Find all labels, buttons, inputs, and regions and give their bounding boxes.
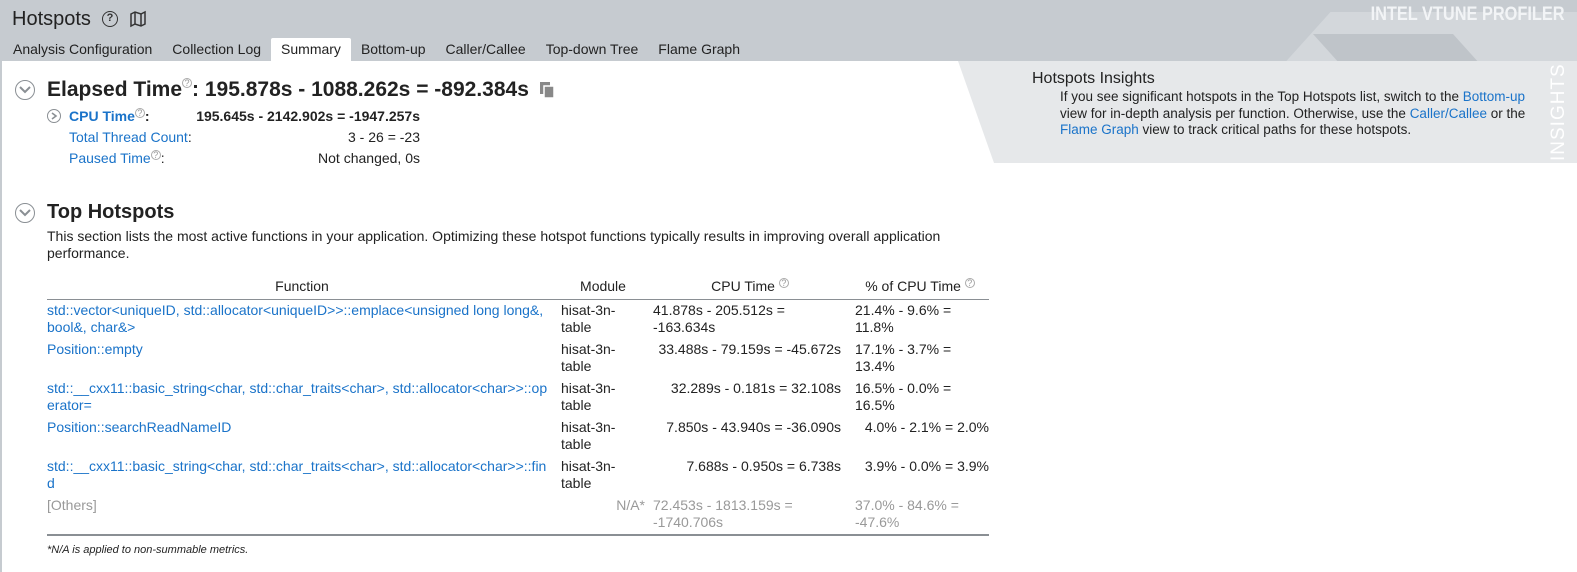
insights-text-part: If you see significant hotspots in the T…: [1060, 89, 1463, 104]
table-row: std::__cxx11::basic_string<char, std::ch…: [47, 456, 989, 495]
total-thread-count-value: 3 - 26 = -23: [348, 129, 420, 145]
table-row: std::vector<uniqueID, std::allocator<uni…: [47, 300, 989, 340]
flame-graph-link[interactable]: Flame Graph: [1060, 122, 1139, 137]
elapsed-time: Elapsed Time?: 195.878s - 1088.262s = -8…: [47, 78, 529, 102]
map-icon[interactable]: [129, 10, 147, 28]
label-suffix: :: [160, 150, 165, 166]
insights-text-part: view for in-depth analysis per function.…: [1060, 105, 1410, 121]
pct-cpu-time-header-text: % of CPU Time: [865, 278, 961, 294]
thread-count-label-text: Total Thread Count: [69, 129, 188, 145]
top-hotspots-collapse-icon[interactable]: [15, 203, 35, 223]
help-icon[interactable]: ?: [182, 78, 193, 88]
module-cell: hisat-3n-table: [561, 341, 616, 374]
help-icon[interactable]: ?: [102, 11, 118, 27]
others-function-cell: [Others]: [47, 495, 557, 536]
tab-bar: Analysis Configuration Collection Log Su…: [3, 38, 750, 61]
module-cell: N/A*: [557, 495, 649, 536]
table-row: std::__cxx11::basic_string<char, std::ch…: [47, 378, 989, 417]
tab-flame-graph[interactable]: Flame Graph: [648, 38, 750, 61]
elapsed-time-value: : 195.878s - 1088.262s = -892.384s: [192, 78, 529, 101]
help-icon[interactable]: ?: [964, 278, 975, 288]
top-hotspots-table: Function Module CPU Time ? % of CPU Time…: [47, 276, 989, 536]
function-column-header[interactable]: Function: [47, 276, 557, 300]
insights-text: If you see significant hotspots in the T…: [1060, 89, 1535, 139]
total-thread-count-label[interactable]: Total Thread Count:: [69, 129, 192, 145]
pct-cpu-time-cell: 16.5% - 0.0% = 16.5%: [855, 380, 952, 413]
tab-analysis-configuration[interactable]: Analysis Configuration: [3, 38, 162, 61]
brand-logo: INTEL VTUNE PROFILER: [1371, 4, 1565, 25]
cpu-time-cell: 33.488s - 79.159s = -45.672s: [658, 341, 841, 357]
cpu-time-label[interactable]: CPU Time?:: [69, 108, 150, 124]
cpu-time-cell: 41.878s - 205.512s = -163.634s: [653, 302, 785, 335]
help-icon[interactable]: ?: [150, 150, 161, 160]
insights-text-part: view to track critical paths for these h…: [1138, 122, 1412, 137]
cpu-time-value: 195.645s - 2142.902s = -1947.257s: [196, 108, 420, 124]
pct-cpu-time-cell: 37.0% - 84.6% = -47.6%: [851, 495, 989, 536]
help-icon[interactable]: ?: [778, 278, 789, 288]
cpu-time-cell: 7.688s - 0.950s = 6.738s: [686, 458, 842, 474]
module-cell: hisat-3n-table: [561, 380, 616, 413]
table-row-others: [Others] N/A* 72.453s - 1813.159s = -174…: [47, 495, 989, 536]
pct-cpu-time-cell: 21.4% - 9.6% = 11.8%: [855, 302, 952, 335]
module-cell: hisat-3n-table: [561, 302, 616, 335]
label-suffix: :: [187, 129, 192, 145]
top-bar: Hotspots ? INTEL VTUNE PROFILER Analysis…: [0, 0, 1577, 61]
help-icon[interactable]: ?: [134, 108, 145, 118]
pct-cpu-time-cell: 3.9% - 0.0% = 3.9%: [864, 458, 989, 474]
pct-cpu-time-cell: 4.0% - 2.1% = 2.0%: [864, 419, 989, 435]
function-link[interactable]: std::vector<uniqueID, std::allocator<uni…: [47, 302, 543, 335]
module-cell: hisat-3n-table: [561, 458, 616, 491]
paused-time-label-text: Paused Time: [69, 150, 151, 166]
function-link[interactable]: std::__cxx11::basic_string<char, std::ch…: [47, 380, 547, 413]
cpu-time-header-text: CPU Time: [711, 278, 775, 294]
caller-callee-link[interactable]: Caller/Callee: [1410, 106, 1487, 121]
function-link[interactable]: std::__cxx11::basic_string<char, std::ch…: [47, 458, 546, 491]
analysis-title: Hotspots: [12, 8, 91, 30]
tab-top-down-tree[interactable]: Top-down Tree: [536, 38, 649, 61]
cpu-time-column-header[interactable]: CPU Time ?: [649, 276, 851, 300]
cpu-time-cell: 72.453s - 1813.159s = -1740.706s: [649, 495, 851, 536]
paused-time-label[interactable]: Paused Time?:: [69, 150, 165, 166]
module-column-header[interactable]: Module: [557, 276, 649, 300]
function-link[interactable]: Position::searchReadNameID: [47, 419, 231, 435]
top-hotspots-description: This section lists the most active funct…: [47, 228, 941, 261]
insights-title: Hotspots Insights: [1032, 70, 1155, 87]
table-row: Position::empty hisat-3n-table 33.488s -…: [47, 339, 989, 378]
tab-caller-callee[interactable]: Caller/Callee: [436, 38, 536, 61]
insights-text-part: or the: [1486, 105, 1526, 121]
function-link[interactable]: Position::empty: [47, 341, 143, 357]
cpu-time-cell: 32.289s - 0.181s = 32.108s: [670, 380, 841, 396]
bottom-up-link[interactable]: Bottom-up: [1463, 89, 1525, 104]
paused-time-value: Not changed, 0s: [318, 150, 420, 166]
top-hotspots-title: Top Hotspots: [47, 201, 175, 223]
footnote: *N/A is applied to non-summable metrics.: [47, 544, 249, 556]
cpu-time-expand-icon[interactable]: [47, 109, 61, 123]
pct-cpu-time-column-header[interactable]: % of CPU Time ?: [851, 276, 989, 300]
pct-cpu-time-cell: 17.1% - 3.7% = 13.4%: [855, 341, 952, 374]
tab-summary[interactable]: Summary: [271, 38, 351, 61]
elapsed-time-label: Elapsed Time: [47, 78, 183, 101]
insights-side-label: INSIGHTS: [1548, 63, 1569, 161]
tab-bottom-up[interactable]: Bottom-up: [351, 38, 436, 61]
tab-collection-log[interactable]: Collection Log: [162, 38, 271, 61]
copy-icon[interactable]: [538, 81, 556, 99]
cpu-time-cell: 7.850s - 43.940s = -36.090s: [666, 419, 841, 435]
cpu-time-label-text: CPU Time: [69, 108, 135, 124]
table-header-row: Function Module CPU Time ? % of CPU Time…: [47, 276, 989, 300]
label-suffix: :: [144, 108, 150, 124]
elapsed-collapse-icon[interactable]: [15, 80, 35, 100]
table-row: Position::searchReadNameID hisat-3n-tabl…: [47, 417, 989, 456]
module-cell: hisat-3n-table: [561, 419, 616, 452]
